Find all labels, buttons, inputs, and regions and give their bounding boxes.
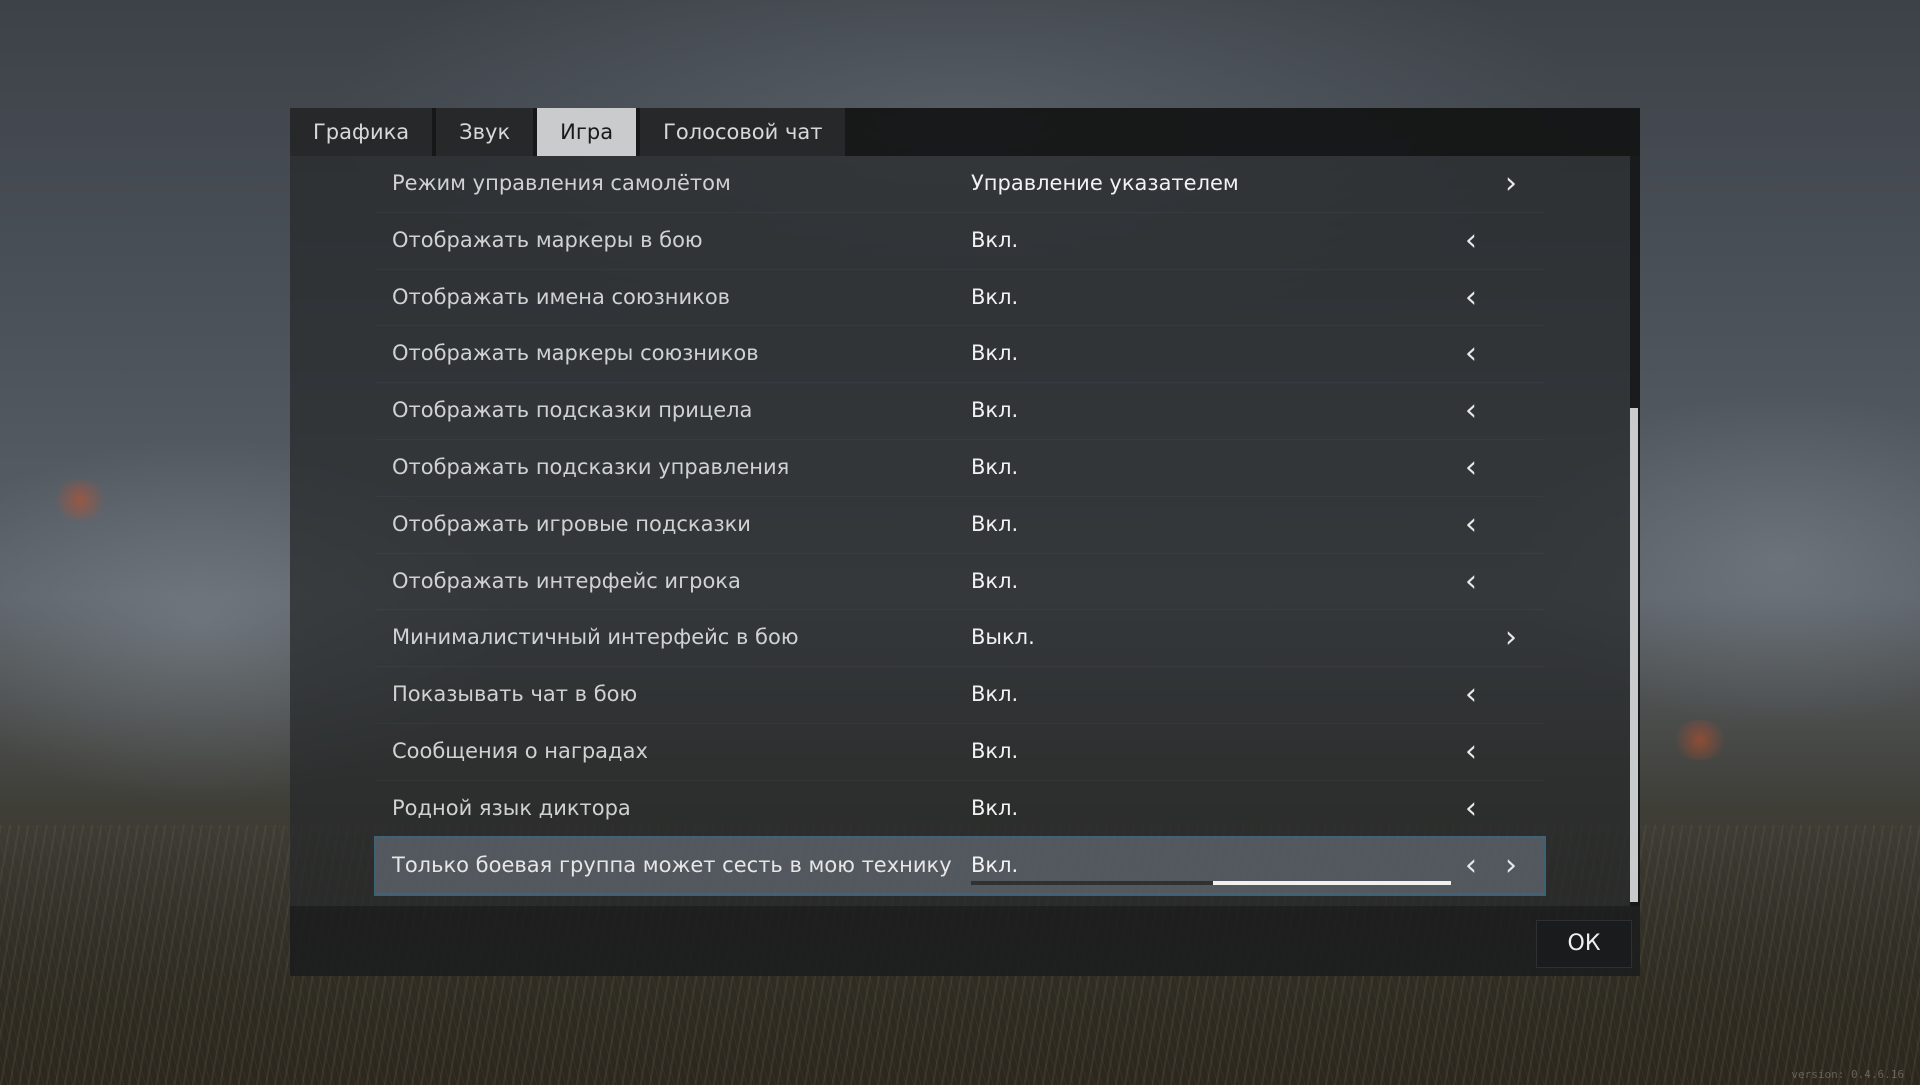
- setting-label: Родной язык диктора: [392, 795, 631, 820]
- setting-row[interactable]: Сообщения о наградах Вкл. ‹: [376, 724, 1544, 781]
- setting-value: Вкл.: [971, 682, 1019, 707]
- setting-row[interactable]: Минималистичный интерфейс в бою Выкл. ›: [376, 610, 1544, 667]
- setting-label: Отображать подсказки управления: [392, 454, 790, 479]
- setting-label: Отображать интерфейс игрока: [392, 568, 741, 593]
- chevron-right-icon[interactable]: ›: [1496, 156, 1526, 211]
- setting-row[interactable]: Только боевая группа может сесть в мою т…: [374, 835, 1546, 897]
- setting-row[interactable]: Отображать интерфейс игрока Вкл. ‹: [376, 554, 1544, 611]
- setting-row[interactable]: Отображать маркеры союзников Вкл. ‹: [376, 326, 1544, 383]
- setting-value: Вкл.: [971, 454, 1019, 479]
- settings-dialog: Графика Звук Игра Голосовой чат Режим уп…: [290, 108, 1640, 976]
- dialog-footer: [290, 906, 1640, 976]
- setting-label: Отображать маркеры союзников: [392, 341, 759, 366]
- setting-value: Вкл.: [971, 398, 1019, 423]
- setting-value: Вкл.: [971, 284, 1019, 309]
- setting-value: Вкл.: [971, 341, 1019, 366]
- setting-value: Вкл.: [971, 568, 1019, 593]
- chevron-left-icon[interactable]: ‹: [1456, 781, 1486, 836]
- value-slider-fill: [1213, 880, 1451, 885]
- setting-label: Режим управления самолётом: [392, 171, 731, 195]
- setting-label: Отображать подсказки прицела: [392, 398, 753, 423]
- setting-row[interactable]: Родной язык диктора Вкл. ‹: [376, 781, 1544, 838]
- background-ember: [50, 480, 110, 520]
- background-ember: [1670, 720, 1730, 760]
- setting-label: Отображать игровые подсказки: [392, 511, 751, 536]
- setting-row[interactable]: Отображать подсказки прицела Вкл. ‹: [376, 383, 1544, 440]
- setting-label: Отображать имена союзников: [392, 284, 731, 309]
- settings-list-panel: Режим управления самолётом Управление ука…: [290, 156, 1630, 906]
- setting-label: Сообщения о наградах: [392, 738, 648, 763]
- setting-row[interactable]: Режим управления самолётом Управление ука…: [376, 156, 1544, 213]
- scrollbar-thumb[interactable]: [1630, 408, 1638, 902]
- chevron-right-icon[interactable]: ›: [1496, 838, 1526, 893]
- value-slider-track[interactable]: [971, 880, 1451, 885]
- chevron-left-icon[interactable]: ‹: [1456, 724, 1486, 779]
- setting-value: Вкл.: [971, 738, 1019, 763]
- setting-value: Вкл.: [971, 227, 1019, 252]
- setting-row[interactable]: Отображать игровые подсказки Вкл. ‹: [376, 497, 1544, 554]
- setting-row[interactable]: Отображать подсказки управления Вкл. ‹: [376, 440, 1544, 497]
- tab-sound[interactable]: Звук: [436, 108, 534, 156]
- setting-row[interactable]: Показывать чат в бою Вкл. ‹: [376, 667, 1544, 724]
- chevron-left-icon[interactable]: ‹: [1456, 270, 1486, 325]
- chevron-left-icon[interactable]: ‹: [1456, 838, 1486, 893]
- ok-button[interactable]: ОК: [1536, 920, 1632, 968]
- setting-row[interactable]: Отображать имена союзников Вкл. ‹: [376, 270, 1544, 327]
- setting-row[interactable]: Отображать маркеры в бою Вкл. ‹: [376, 213, 1544, 270]
- chevron-left-icon[interactable]: ‹: [1456, 213, 1486, 268]
- setting-label: Только боевая группа может сесть в мою т…: [392, 852, 952, 877]
- settings-list: Режим управления самолётом Управление ука…: [374, 156, 1546, 897]
- setting-label: Показывать чат в бою: [392, 682, 638, 707]
- setting-label: Минималистичный интерфейс в бою: [392, 625, 799, 650]
- chevron-left-icon[interactable]: ‹: [1456, 667, 1486, 722]
- setting-label: Отображать маркеры в бою: [392, 227, 703, 252]
- chevron-right-icon[interactable]: ›: [1496, 610, 1526, 665]
- setting-value: Вкл.: [971, 795, 1019, 820]
- chevron-left-icon[interactable]: ‹: [1456, 326, 1486, 381]
- setting-value: Вкл.: [971, 511, 1019, 536]
- chevron-left-icon[interactable]: ‹: [1456, 383, 1486, 438]
- version-label: version: 0.4.6.16: [1791, 1068, 1904, 1081]
- tab-graphics[interactable]: Графика: [290, 108, 433, 156]
- chevron-left-icon[interactable]: ‹: [1456, 440, 1486, 495]
- tab-bar: Графика Звук Игра Голосовой чат: [290, 108, 1640, 156]
- tab-game[interactable]: Игра: [537, 108, 637, 156]
- setting-value: Выкл.: [971, 625, 1035, 650]
- tab-voice-chat[interactable]: Голосовой чат: [640, 108, 846, 156]
- setting-value: Управление указателем: [971, 171, 1239, 195]
- chevron-left-icon[interactable]: ‹: [1456, 554, 1486, 609]
- chevron-left-icon[interactable]: ‹: [1456, 497, 1486, 552]
